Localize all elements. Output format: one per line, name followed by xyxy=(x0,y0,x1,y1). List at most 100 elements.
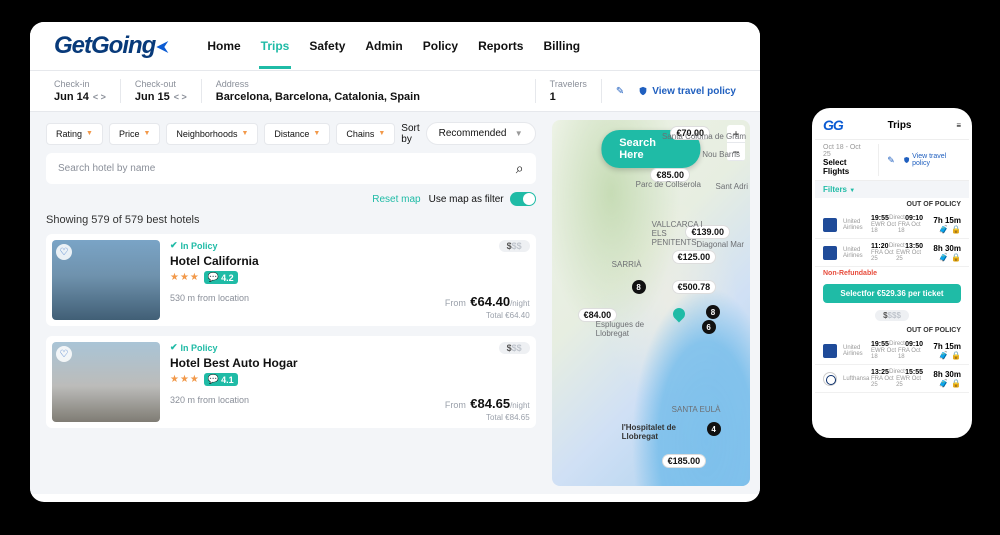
map-filter-toggle[interactable] xyxy=(510,192,536,206)
caret-down-icon: ▼ xyxy=(86,130,93,137)
hotel-search-input[interactable]: Search hotel by name ⌕ xyxy=(46,153,536,184)
policy-badge: In Policy xyxy=(170,342,435,353)
non-refundable-label: Non-Refundable xyxy=(815,267,969,280)
airline-name: United Airlines xyxy=(843,345,865,357)
main-nav: Home Trips Safety Admin Policy Reports B… xyxy=(207,33,580,59)
travelers-value: 1 xyxy=(550,91,587,103)
hotel-price: $$$ From €64.40/night Total €64.40 xyxy=(445,240,530,320)
caret-down-icon: ▼ xyxy=(378,130,385,137)
edit-icon[interactable]: ✎ xyxy=(887,155,895,166)
filter-price[interactable]: Price▼ xyxy=(109,123,160,145)
map-label: Esplugues de Llobregat xyxy=(596,320,648,338)
results-map[interactable]: Search Here + − €70.00 €85.00 €139.00 €1… xyxy=(552,120,750,486)
favorite-icon[interactable]: ♡ xyxy=(56,346,72,362)
hotel-thumbnail: ♡ xyxy=(52,342,160,422)
checkout-field[interactable]: Check-out Jun 15 < > xyxy=(135,79,202,103)
checkin-field[interactable]: Check-in Jun 14 < > xyxy=(54,79,121,103)
filter-chains[interactable]: Chains▼ xyxy=(336,123,395,145)
nav-reports[interactable]: Reports xyxy=(478,33,523,59)
hotel-rating: ★★★ 💬 4.1 xyxy=(170,373,435,386)
caret-down-icon: ▼ xyxy=(313,130,320,137)
nav-policy[interactable]: Policy xyxy=(423,33,458,59)
nav-home[interactable]: Home xyxy=(207,33,240,59)
map-cluster[interactable]: 8 xyxy=(632,280,646,294)
airline-name: United Airlines xyxy=(843,247,865,259)
nav-trips[interactable]: Trips xyxy=(261,33,290,59)
policy-tag: OUT OF POLICY xyxy=(815,198,969,211)
map-price-pin[interactable]: €500.78 xyxy=(672,280,717,294)
nav-admin[interactable]: Admin xyxy=(365,33,402,59)
airline-logo-icon xyxy=(823,344,837,358)
search-placeholder: Search hotel by name xyxy=(58,163,155,174)
map-cluster[interactable]: 6 xyxy=(702,320,716,334)
map-label: l'Hospitalet de Llobregat xyxy=(622,423,692,441)
checkout-label: Check-out xyxy=(135,79,187,89)
map-label: Diagonal Mar xyxy=(696,240,744,249)
chevron-icon: < > xyxy=(93,92,106,102)
favorite-icon[interactable]: ♡ xyxy=(56,244,72,260)
mobile-trip-selector[interactable]: Oct 18 - Oct 25 Select Flights xyxy=(823,144,879,176)
map-price-pin[interactable]: €185.00 xyxy=(662,454,707,468)
filter-rating[interactable]: Rating▼ xyxy=(46,123,103,145)
filter-distance[interactable]: Distance▼ xyxy=(264,123,330,145)
map-label: SANTA EULÀ xyxy=(672,405,721,414)
travelers-label: Travelers xyxy=(550,79,587,89)
mobile-window: GG Trips ≡ Oct 18 - Oct 25 Select Flight… xyxy=(812,108,972,438)
select-flight-button[interactable]: Selectfor €529.36 per ticket xyxy=(823,284,961,303)
address-field[interactable]: Address Barcelona, Barcelona, Catalonia,… xyxy=(216,79,536,103)
map-toggle-row: Reset map Use map as filter xyxy=(46,192,536,206)
flight-row[interactable]: United Airlines 19:55Direct09:10 EWR Oct… xyxy=(815,337,969,365)
sort-select[interactable]: Recommended▼ xyxy=(426,122,536,145)
filters-row: Rating▼ Price▼ Neighborhoods▼ Distance▼ … xyxy=(46,122,536,145)
edit-icon[interactable]: ✎ xyxy=(616,86,624,97)
menu-icon[interactable]: ≡ xyxy=(956,121,961,130)
hotel-card[interactable]: ♡ In Policy Hotel Best Auto Hogar ★★★ 💬 … xyxy=(46,336,536,428)
mobile-policy-link[interactable]: View travel policy xyxy=(903,153,961,167)
flight-row[interactable]: United Airlines 19:55Direct09:10 EWR Oct… xyxy=(815,211,969,239)
results-count: Showing 579 of 579 best hotels xyxy=(46,214,536,226)
sort-control: Sort by Recommended▼ xyxy=(401,122,535,145)
sort-label: Sort by xyxy=(401,123,419,145)
map-cluster[interactable]: 4 xyxy=(707,422,721,436)
logo: GetGoing xyxy=(54,32,171,60)
policy-tag: OUT OF POLICY xyxy=(815,324,969,337)
mobile-filters-button[interactable]: Filters ▼ xyxy=(815,181,969,198)
flight-row[interactable]: Lufthansa 13:25Direct15:55 FRA Oct 25EWR… xyxy=(815,365,969,393)
mobile-logo: GG xyxy=(823,117,843,133)
hotel-price: $$$ From €84.65/night Total €84.65 xyxy=(445,342,530,422)
address-value: Barcelona, Barcelona, Catalonia, Spain xyxy=(216,91,521,103)
mobile-subheader: Oct 18 - Oct 25 Select Flights ✎ View tr… xyxy=(815,139,969,181)
checkout-value: Jun 15 xyxy=(135,91,170,103)
caret-down-icon: ▼ xyxy=(515,129,523,138)
nav-safety[interactable]: Safety xyxy=(309,33,345,59)
hotel-card[interactable]: ♡ In Policy Hotel California ★★★ 💬 4.2 5… xyxy=(46,234,536,326)
search-icon: ⌕ xyxy=(516,160,524,177)
checkin-value: Jun 14 xyxy=(54,91,89,103)
star-icon: ★★★ xyxy=(170,374,200,385)
rating-badge: 💬 4.2 xyxy=(204,271,238,284)
caret-down-icon: ▼ xyxy=(241,130,248,137)
chevron-icon: < > xyxy=(174,92,187,102)
map-pin-icon[interactable] xyxy=(671,306,688,323)
caret-down-icon: ▼ xyxy=(143,130,150,137)
filter-neighborhoods[interactable]: Neighborhoods▼ xyxy=(166,123,258,145)
price-tier: $$$ xyxy=(499,342,530,354)
airline-logo-icon xyxy=(823,372,837,386)
map-price-pin[interactable]: €125.00 xyxy=(672,250,717,264)
hotel-thumbnail: ♡ xyxy=(52,240,160,320)
trip-search-bar: Check-in Jun 14 < > Check-out Jun 15 < > A… xyxy=(30,70,760,112)
flight-row[interactable]: United Airlines 11:20Direct13:50 FRA Oct… xyxy=(815,239,969,267)
view-travel-policy-link[interactable]: View travel policy xyxy=(638,86,736,97)
reset-map-link[interactable]: Reset map xyxy=(372,194,420,205)
hotel-list: ♡ In Policy Hotel California ★★★ 💬 4.2 5… xyxy=(46,234,536,428)
results-body: Rating▼ Price▼ Neighborhoods▼ Distance▼ … xyxy=(30,112,760,494)
mobile-dates: Oct 18 - Oct 25 xyxy=(823,144,870,158)
mobile-title: Trips xyxy=(888,120,912,131)
nav-billing[interactable]: Billing xyxy=(543,33,580,59)
map-cluster[interactable]: 8 xyxy=(706,305,720,319)
travelers-field[interactable]: Travelers 1 xyxy=(550,79,602,103)
checkin-label: Check-in xyxy=(54,79,106,89)
airline-logo-icon xyxy=(823,246,837,260)
desktop-window: GetGoing Home Trips Safety Admin Policy … xyxy=(30,22,760,502)
use-map-filter-label: Use map as filter xyxy=(429,194,504,205)
